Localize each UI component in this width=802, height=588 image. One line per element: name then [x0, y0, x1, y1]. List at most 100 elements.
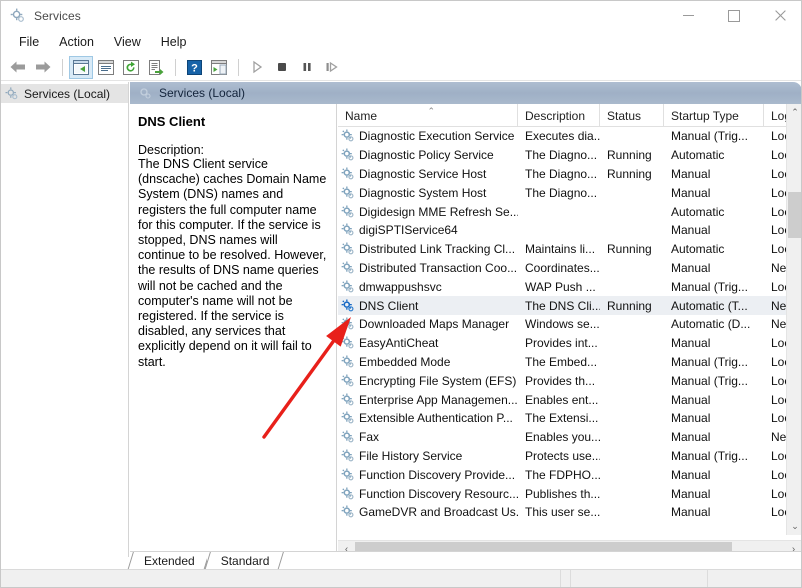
cell-service-name: Fax: [338, 430, 518, 444]
table-row[interactable]: Extensible Authentication P... The Extens…: [338, 409, 786, 428]
help-button[interactable]: ?: [182, 56, 206, 79]
table-row[interactable]: Function Discovery Provide... The FDPHO..…: [338, 465, 786, 484]
show-action-pane-button[interactable]: [207, 56, 231, 79]
service-name-label: File History Service: [359, 448, 463, 463]
table-row[interactable]: Diagnostic Service Host The Diagno... Runn…: [338, 165, 786, 184]
cell-service-name: Distributed Link Tracking Cl...: [338, 242, 518, 256]
title-bar: Services: [1, 1, 801, 30]
toolbar-separator: [238, 58, 239, 76]
menu-file[interactable]: File: [9, 33, 49, 52]
cell-startup-type: Automatic: [671, 204, 725, 219]
table-row[interactable]: Function Discovery Resourc... Publishes t…: [338, 484, 786, 503]
cell-description: Protects use...: [525, 448, 600, 463]
menu-action[interactable]: Action: [49, 33, 104, 52]
cell-log-on-as: Loc: [771, 373, 786, 388]
minimize-button[interactable]: [665, 1, 711, 30]
service-name-label: Fax: [359, 430, 380, 445]
cell-service-name: Encrypting File System (EFS): [338, 374, 518, 388]
table-row[interactable]: Diagnostic Policy Service The Diagno... Ru…: [338, 146, 786, 165]
start-service-button[interactable]: [245, 56, 269, 79]
scroll-down-button[interactable]: ⌄: [787, 518, 801, 535]
table-row[interactable]: DNS Client The DNS Cli... Running Automatic…: [338, 296, 786, 315]
cell-service-name: Digidesign MME Refresh Se...: [338, 205, 518, 219]
cell-startup-type: Manual: [671, 260, 711, 275]
cell-service-name: Diagnostic Service Host: [338, 167, 518, 181]
stop-service-button[interactable]: [270, 56, 294, 79]
cell-startup-type: Manual: [671, 392, 711, 407]
vertical-scrollbar[interactable]: ⌃ ⌄: [786, 104, 801, 535]
cell-log-on-as: Loc: [771, 392, 786, 407]
table-row[interactable]: Embedded Mode The Embed... Manual (Trig...…: [338, 353, 786, 372]
pause-service-button[interactable]: [295, 56, 319, 79]
toolbar-separator: [175, 58, 176, 76]
services-list: Name ⌃ Description Status Startup Type L…: [338, 104, 801, 557]
service-name-label: digiSPTIService64: [359, 223, 458, 238]
service-name-label: Distributed Link Tracking Cl...: [359, 242, 516, 257]
column-header-log-on-as[interactable]: Log: [764, 104, 786, 127]
table-row[interactable]: Distributed Transaction Coo... Coordinate…: [338, 259, 786, 278]
cell-description: Enables you...: [525, 430, 600, 445]
back-button[interactable]: [6, 56, 30, 79]
table-row[interactable]: dmwappushsvc WAP Push ... Manual (Trig... L…: [338, 277, 786, 296]
cell-service-name: digiSPTIService64: [338, 223, 518, 237]
table-row[interactable]: Fax Enables you... Manual Net: [338, 428, 786, 447]
pane-header: Services (Local): [130, 82, 801, 104]
menu-view[interactable]: View: [104, 33, 151, 52]
table-row[interactable]: Digidesign MME Refresh Se... Automatic Loc: [338, 202, 786, 221]
pane-header-label: Services (Local): [159, 86, 246, 100]
tree-item-services-local[interactable]: Services (Local): [1, 84, 128, 103]
table-row[interactable]: Diagnostic System Host The Diagno... Manua…: [338, 183, 786, 202]
description-label: Description:: [138, 143, 204, 157]
table-row[interactable]: Enterprise App Managemen... Enables ent..…: [338, 390, 786, 409]
cell-description: The Extensi...: [525, 411, 599, 426]
refresh-button[interactable]: [119, 56, 143, 79]
export-list-button[interactable]: [144, 56, 168, 79]
table-row[interactable]: Diagnostic Execution Service Executes dia…: [338, 127, 786, 146]
table-row[interactable]: Downloaded Maps Manager Windows se... Auto…: [338, 315, 786, 334]
menu-help[interactable]: Help: [151, 33, 197, 52]
properties-button[interactable]: [94, 56, 118, 79]
restart-service-button[interactable]: [320, 56, 344, 79]
table-row[interactable]: GameDVR and Broadcast Us... This user se.…: [338, 503, 786, 522]
show-hide-console-tree-button[interactable]: [69, 55, 93, 79]
cell-log-on-as: Loc: [771, 336, 786, 351]
service-name-label: Diagnostic Policy Service: [359, 148, 494, 163]
table-row[interactable]: EasyAntiCheat Provides int... Manual Loc: [338, 334, 786, 353]
cell-startup-type: Manual (Trig...: [671, 354, 748, 369]
table-row[interactable]: Distributed Link Tracking Cl... Maintains…: [338, 240, 786, 259]
table-row[interactable]: digiSPTIService64 Manual Loc: [338, 221, 786, 240]
service-gear-icon: [341, 336, 355, 350]
cell-startup-type: Manual: [671, 430, 711, 445]
service-name-label: Extensible Authentication P...: [359, 411, 513, 426]
column-header-description[interactable]: Description: [518, 104, 600, 127]
service-gear-icon: [341, 205, 355, 219]
cell-description: The Diagno...: [525, 148, 598, 163]
service-gear-icon: [341, 317, 355, 331]
cell-status: Running: [607, 242, 652, 257]
service-gear-icon: [341, 148, 355, 162]
cell-description: Publishes th...: [525, 486, 600, 501]
cell-description: Provides int...: [525, 336, 598, 351]
column-label: Status: [607, 108, 642, 123]
cell-startup-type: Manual (Trig...: [671, 279, 748, 294]
forward-button[interactable]: [31, 56, 55, 79]
cell-status: Running: [607, 166, 652, 181]
service-gear-icon: [341, 129, 355, 143]
table-row[interactable]: File History Service Protects use... Manua…: [338, 447, 786, 466]
column-header-name[interactable]: Name ⌃: [338, 104, 518, 127]
cell-service-name: File History Service: [338, 449, 518, 463]
cell-log-on-as: Loc: [771, 185, 786, 200]
column-header-startup-type[interactable]: Startup Type: [664, 104, 764, 127]
table-row[interactable]: Encrypting File System (EFS) Provides th.…: [338, 371, 786, 390]
cell-description: Enables ent...: [525, 392, 599, 407]
vertical-scroll-thumb[interactable]: [788, 192, 801, 238]
maximize-button[interactable]: [711, 1, 757, 30]
scroll-up-button[interactable]: ⌃: [787, 104, 801, 121]
service-name-label: Function Discovery Resourc...: [359, 486, 518, 501]
cell-description: Executes dia...: [525, 129, 600, 144]
close-button[interactable]: [757, 1, 801, 30]
status-cell-main: [1, 569, 561, 587]
cell-description: The Diagno...: [525, 166, 598, 181]
service-gear-icon: [341, 374, 355, 388]
column-header-status[interactable]: Status: [600, 104, 664, 127]
